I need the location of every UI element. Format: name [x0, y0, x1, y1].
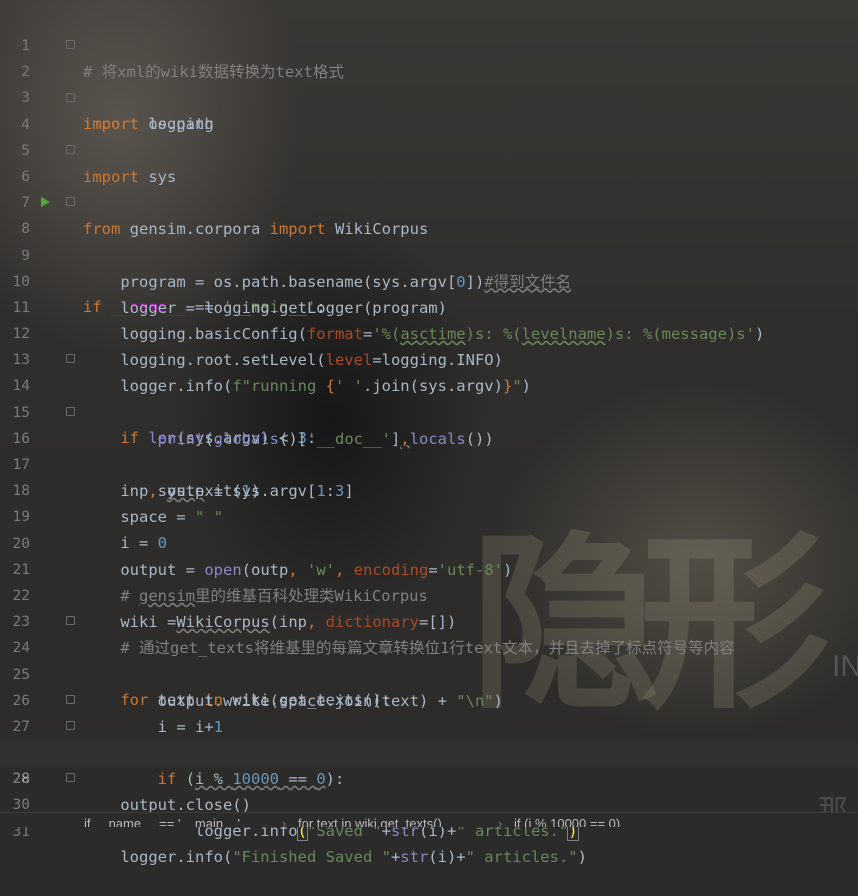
code-line[interactable]: 10 logger = logging.getLogger(program)	[0, 243, 858, 317]
code-line[interactable]: 6 from gensim.corpora import WikiCorpus	[0, 138, 858, 238]
fold-icon[interactable]	[66, 721, 75, 731]
code-line[interactable]: 11 logging.basicConfig(format='%(asctime…	[0, 269, 858, 343]
code-line[interactable]: 7	[0, 164, 858, 211]
fold-icon[interactable]	[66, 197, 75, 207]
code-line[interactable]: 3 import os.path	[0, 59, 858, 133]
code-line[interactable]: 18 space = " "	[0, 452, 858, 526]
code-line[interactable]: 17 inp, outp = sys.argv[1:3]	[0, 426, 858, 500]
breadcrumb-separator-icon: ›	[282, 816, 287, 827]
run-icon[interactable]	[41, 197, 50, 208]
fold-icon[interactable]	[66, 616, 75, 626]
code-line[interactable]: 26 i = i+1	[0, 662, 858, 736]
code-line[interactable]: 5	[0, 112, 858, 159]
fold-icon[interactable]	[66, 92, 75, 102]
code-line[interactable]: 8 if __name__ == '__main__':	[0, 190, 858, 316]
fold-icon[interactable]	[66, 406, 75, 416]
breadcrumb-item[interactable]: if (i % 10000 == 0)	[514, 816, 620, 827]
fold-icon[interactable]	[66, 694, 75, 704]
breadcrumb: if __name__ == '__main__' › for text in …	[0, 812, 858, 827]
code-line[interactable]: 29 output.close()	[0, 740, 858, 814]
code-line[interactable]: 13 logger.info(f"running {' '.join(sys.a…	[0, 321, 858, 395]
code-line[interactable]: 21 # gensim里的维基百科处理类WikiCorpus	[0, 531, 858, 605]
code-line[interactable]: 9 program = os.path.basename(sys.argv[0]…	[0, 217, 858, 291]
code-line[interactable]: 27 if (i % 10000 == 0):	[0, 688, 858, 788]
code-line[interactable]: 30 logger.info("Finished Saved "+str(i)+…	[0, 766, 858, 866]
code-line[interactable]: 12 logging.root.setLevel(level=logging.I…	[0, 295, 858, 369]
code-line[interactable]: 16 sys.exit(1)	[0, 400, 858, 500]
code-line[interactable]: 20 output = open(outp, 'w', encoding='ut…	[0, 505, 858, 579]
breadcrumb-item[interactable]: for text in wiki.get_texts()	[298, 816, 442, 827]
code-line[interactable]: 22 wiki =WikiCorpus(inp, dictionary=[])	[0, 557, 858, 631]
code-line[interactable]: 19 i = 0	[0, 478, 858, 552]
code-line-current[interactable]: 28 logger.info("Saved "+str(i)+" article…	[0, 714, 858, 842]
code-line[interactable]: 1 # 将xml的wiki数据转换为text格式	[0, 7, 858, 81]
code-line[interactable]: 15 print(globals()['__doc__'],locals())	[0, 374, 858, 448]
fold-icon[interactable]	[66, 354, 75, 364]
code-line[interactable]: 23 # 通过get_texts将维基里的每篇文章转换位1行text文本，并且去…	[0, 583, 858, 657]
code-line[interactable]: 2 import logging	[0, 33, 858, 133]
code-line[interactable]: 25 output.write(space.join(text) + "\n")	[0, 636, 858, 710]
code-line[interactable]: 4 import sys	[0, 86, 858, 186]
code-line[interactable]: 24 for text in wiki.get_texts():	[0, 609, 858, 709]
code-editor[interactable]: 1 # 将xml的wiki数据转换为text格式 2 import loggin…	[0, 7, 858, 866]
fold-icon[interactable]	[66, 773, 75, 783]
breadcrumb-separator-icon: ›	[498, 816, 503, 827]
fold-icon[interactable]	[66, 40, 75, 50]
breadcrumb-item[interactable]: if __name__ == '__main__'	[84, 816, 240, 827]
fold-icon[interactable]	[66, 144, 75, 154]
code-line[interactable]: 14 if len(sys.argv) < 3:	[0, 347, 858, 447]
